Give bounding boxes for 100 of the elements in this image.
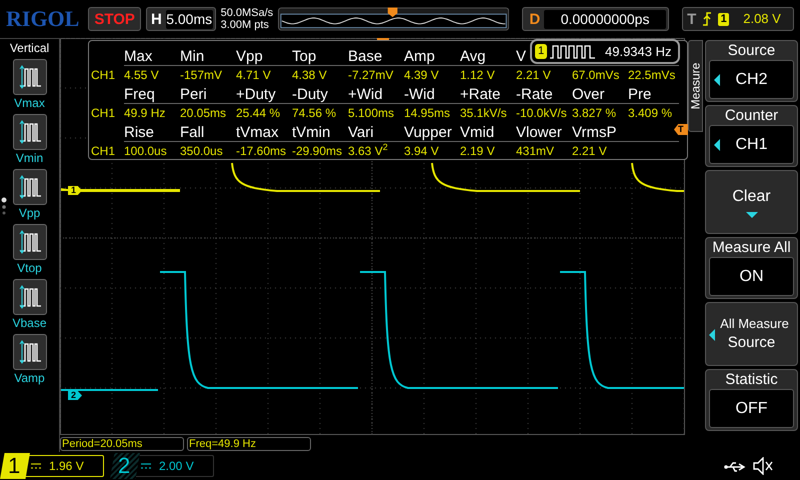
- channel-number[interactable]: 2: [110, 453, 140, 479]
- pulse-measure-icon: [18, 64, 42, 90]
- menu-option[interactable]: Source CH2: [705, 40, 798, 102]
- measure-value: 3.827 %: [572, 104, 618, 122]
- option-value: ON: [738, 266, 764, 286]
- pulse-measure-icon: [18, 284, 42, 310]
- pulse-measure-icon: [18, 174, 42, 200]
- measure-label: Vmax: [14, 96, 45, 111]
- channel-label: CH1: [90, 66, 116, 84]
- measure-value: 74.56 %: [292, 104, 338, 122]
- measure-header: Rise: [124, 124, 154, 141]
- measure-label: Vbase: [12, 316, 47, 331]
- memory-depth: 3.00M pts: [220, 19, 270, 31]
- menu-submenu-button[interactable]: All Measure Source: [705, 302, 798, 366]
- menu-option[interactable]: Counter CH1: [705, 105, 798, 167]
- menu-tab[interactable]: Measure: [688, 40, 703, 132]
- measure-value: 4.55 V: [124, 66, 160, 84]
- counter-channel: 1: [535, 44, 547, 59]
- measure-value: 1.12 V: [460, 66, 496, 84]
- channel-scale-box[interactable]: 1.96 V: [24, 455, 104, 477]
- measure-header: Fall: [180, 124, 204, 141]
- menu-option[interactable]: Measure All ON: [705, 237, 798, 299]
- measure-header: Vupper: [404, 124, 452, 141]
- channel-scale-box[interactable]: 2.00 V: [134, 455, 214, 477]
- dc-coupling-icon: [141, 463, 151, 469]
- timebase-panel[interactable]: H 5.00ms: [146, 7, 216, 31]
- trigger-panel[interactable]: T 1 2.08 V: [682, 7, 794, 31]
- measure-button[interactable]: [12, 224, 46, 260]
- option-value: OFF: [734, 398, 768, 418]
- measure-value: 5.100ms: [348, 104, 396, 122]
- measure-value: 2.19 V: [460, 142, 496, 160]
- measure-value: 14.95ms: [404, 104, 452, 122]
- measure-header: Top: [292, 48, 316, 65]
- measure-value: -157mV: [180, 66, 224, 84]
- square-wave-icon: [550, 44, 596, 58]
- measure-button[interactable]: [12, 169, 46, 205]
- option-value-box[interactable]: ON: [709, 257, 794, 296]
- menu-option[interactable]: Statistic OFF: [705, 369, 798, 431]
- measure-header: +Duty: [236, 86, 276, 103]
- option-value-box[interactable]: CH2: [709, 60, 794, 99]
- brand-logo: RIGOL: [6, 6, 80, 32]
- button-sublabel: Source: [728, 333, 776, 353]
- panel-title: Vertical: [10, 40, 50, 56]
- left-arrow-icon: [709, 329, 715, 341]
- measure-value: 35.1kV/s: [460, 104, 508, 122]
- measure-value: 20.05ms: [180, 104, 228, 122]
- measure-value: 3.94 V: [404, 142, 440, 160]
- channel-number[interactable]: 1: [0, 453, 30, 479]
- measure-value: 350.0us: [180, 142, 224, 160]
- measure-button[interactable]: [12, 279, 46, 315]
- button-label: All Measure: [719, 315, 789, 333]
- option-value: CH1: [734, 134, 768, 154]
- clear-button[interactable]: Clear: [705, 170, 798, 234]
- channel-scale: 2.00 V: [159, 458, 194, 475]
- page-dots-icon: [1, 197, 7, 217]
- option-title: Statistic: [725, 370, 778, 389]
- measure-header: Amp: [404, 48, 435, 65]
- measure-button[interactable]: [12, 114, 46, 150]
- delay-panel[interactable]: D 0.00000000ps: [522, 7, 670, 31]
- option-title: Counter: [724, 106, 778, 125]
- option-value-box[interactable]: OFF: [709, 389, 794, 428]
- measure-value: 100.0us: [124, 142, 168, 160]
- measure-value: 431mV: [516, 142, 556, 160]
- measure-value: 3.63 V$^{2}$: [348, 142, 389, 160]
- measure-header: Vmid: [460, 124, 494, 141]
- measure-label: Vtop: [17, 261, 42, 276]
- measure-header: Vari: [348, 124, 374, 141]
- measure-header: Vlower: [516, 124, 562, 141]
- pulse-measure-icon: [18, 119, 42, 145]
- channel-marker: 1: [68, 186, 82, 195]
- measure-value: 25.44 %: [236, 104, 282, 122]
- measure-value: -10.0kV/s: [516, 104, 568, 122]
- measure-header: -Rate: [516, 86, 553, 103]
- measure-value: -17.60ms: [236, 142, 288, 160]
- measure-readout: Period=20.05ms: [60, 437, 184, 451]
- trigger-source: 1: [718, 12, 730, 26]
- option-title: Measure All: [712, 238, 791, 257]
- measure-value: 4.71 V: [236, 66, 272, 84]
- measure-header: -Duty: [292, 86, 328, 103]
- measure-button[interactable]: [12, 59, 46, 95]
- measure-button[interactable]: [12, 334, 46, 370]
- measure-label: Vamp: [14, 371, 45, 386]
- measure-header: Avg: [460, 48, 486, 65]
- timebase-label: H: [150, 12, 162, 26]
- measure-header: Vpp: [236, 48, 263, 65]
- option-value: CH2: [734, 70, 768, 90]
- button-label: Clear: [732, 187, 771, 207]
- measure-readout: Freq=49.9 Hz: [187, 437, 311, 451]
- measure-value: -7.27mV: [348, 66, 394, 84]
- pulse-measure-icon: [18, 229, 42, 255]
- speaker-muted-icon[interactable]: [752, 457, 774, 475]
- run-stop-button[interactable]: STOP: [88, 7, 141, 31]
- option-value-box[interactable]: CH1: [709, 125, 794, 164]
- pulse-measure-icon: [18, 339, 42, 365]
- channel-label: CH1: [90, 104, 116, 122]
- measure-header: Min: [180, 48, 204, 65]
- dc-coupling-icon: [31, 463, 41, 469]
- left-arrow-icon: [714, 138, 720, 150]
- measure-header: Base: [348, 48, 382, 65]
- trigger-label: T: [687, 12, 696, 26]
